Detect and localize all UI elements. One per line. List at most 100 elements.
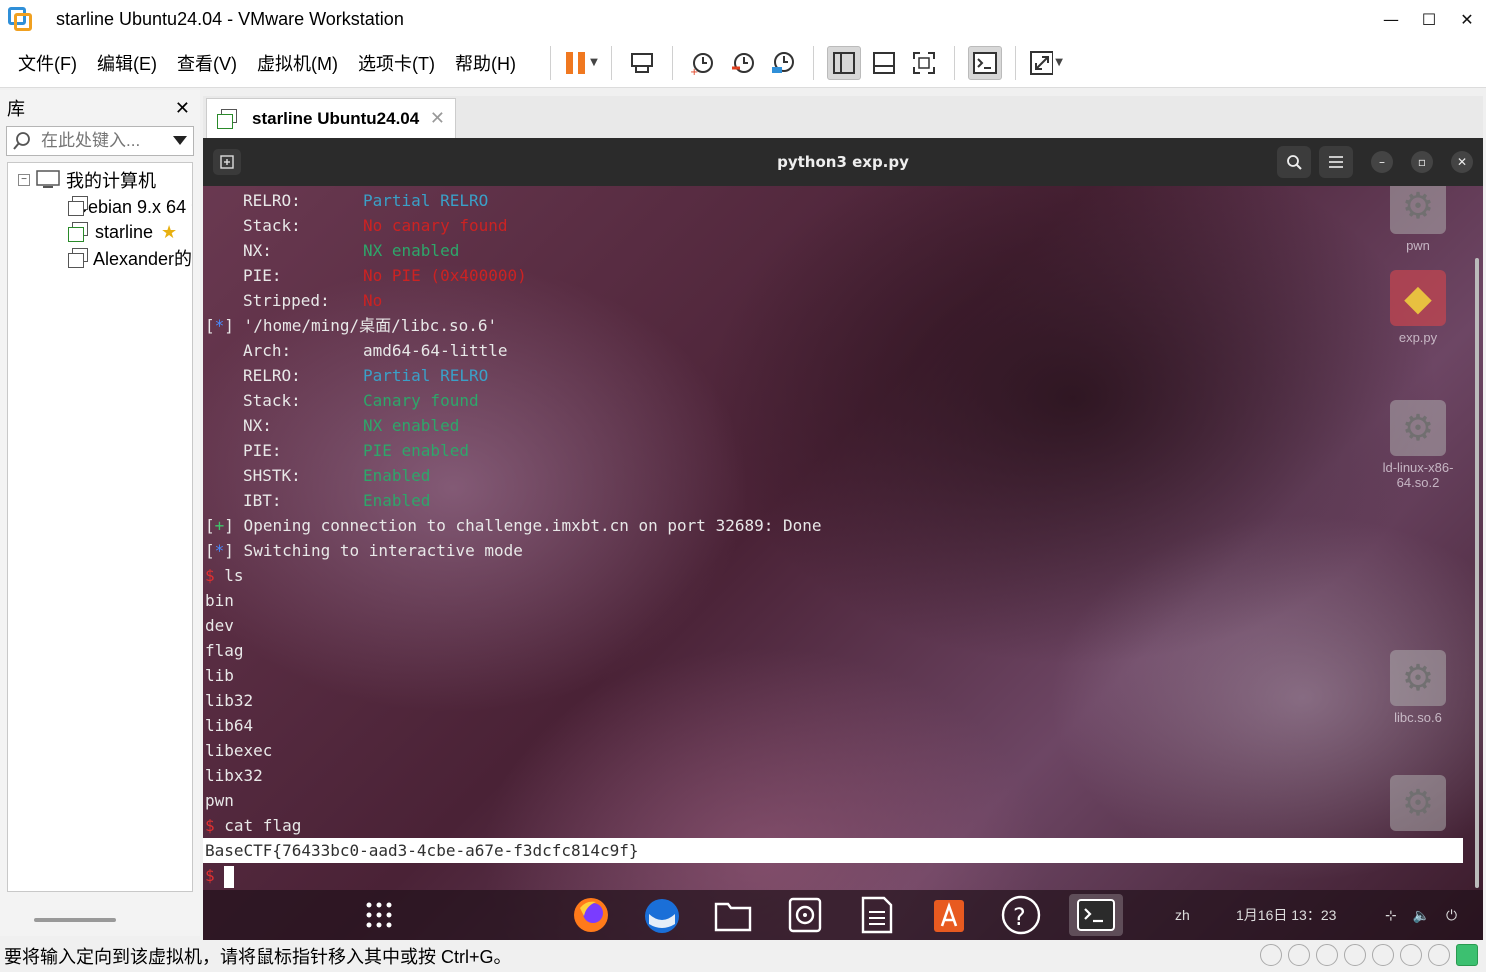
display-icon[interactable] [1428,944,1450,966]
printer-icon[interactable] [1400,944,1422,966]
close-button[interactable]: ✕ [1448,0,1486,38]
terminal-command-line: $ cat flag [205,816,302,835]
thunderbird-icon [645,899,679,933]
menu-file[interactable]: 文件(F) [8,50,87,76]
library-search[interactable] [6,126,194,156]
help-launcher[interactable]: ? [999,894,1043,936]
input-method-indicator[interactable]: zh [1175,890,1190,940]
fullscreen-icon [912,51,935,74]
message-log-icon[interactable] [1456,944,1478,966]
terminal-launcher[interactable] [1069,894,1123,936]
vm-running-icon [217,108,237,129]
terminal-line: PIE: No PIE (0x400000) [243,266,527,285]
chevron-down-icon[interactable]: ▼ [1055,57,1063,68]
rhythmbox-launcher[interactable] [783,894,827,936]
app-center-launcher[interactable] [927,894,971,936]
svg-text:?: ? [1013,903,1026,931]
stretch-icon [1029,50,1054,75]
device-status-icons [1254,944,1478,966]
new-tab-icon [220,155,234,169]
tab-close-icon[interactable]: ✕ [430,108,445,129]
terminal-scrollbar[interactable] [1475,258,1479,888]
firefox-launcher[interactable] [569,894,613,936]
terminal-line: lib [205,666,234,685]
toolbar-separator [953,45,955,80]
title-bar: starline Ubuntu24.04 - VMware Workstatio… [0,0,1486,38]
collapse-icon[interactable]: − [18,174,30,186]
console-view-button[interactable] [967,45,1002,80]
sound-icon[interactable] [1372,944,1394,966]
network-icon: ⊹ [1385,907,1397,923]
writer-launcher[interactable] [855,894,899,936]
menu-bar: 文件(F) 编辑(E) 查看(V) 虚拟机(M) 选项卡(T) 帮助(H) ▼ … [0,38,1486,88]
library-search-input[interactable] [41,131,173,151]
library-header: 库 ✕ [0,90,200,126]
toolbar: ▼ + ▼ [540,45,1066,80]
menu-help[interactable]: 帮助(H) [445,50,526,76]
terminal-input-line[interactable]: $ [203,863,1473,888]
minimize-button[interactable]: — [1372,0,1410,38]
tree-item-debian[interactable]: Debian 9.x 64 位 [8,193,192,219]
new-tab-button[interactable] [213,149,241,175]
toolbar-separator [812,45,814,80]
flag-output-line: BaseCTF{76433bc0-aad3-4cbe-a67e-f3dcfc81… [203,838,1463,863]
library-close-icon[interactable]: ✕ [175,98,190,119]
chevron-down-icon[interactable]: ▼ [590,57,598,68]
snapshot-button[interactable]: + [686,46,720,80]
files-launcher[interactable] [711,894,755,936]
library-panel: 库 ✕ − 我的计算机 Debian 9.x 64 位 starline ★ [0,90,200,936]
terminal-command-line: $ ls [205,566,244,585]
clock[interactable]: 1月16日 13：23 [1236,890,1336,940]
tree-root-my-computer[interactable]: − 我的计算机 [8,167,192,193]
snapshot-manager-button[interactable] [766,46,800,80]
volume-icon: 🔈 [1412,907,1431,923]
chevron-down-icon[interactable] [173,136,187,146]
power-icon: ⏻ [1445,907,1458,923]
network-adapter-icon[interactable] [1316,944,1338,966]
horizontal-scrollbar[interactable] [34,918,116,922]
revert-snapshot-button[interactable] [726,46,760,80]
menu-tabs[interactable]: 选项卡(T) [348,50,445,76]
terminal-line: [*] Switching to interactive mode [205,541,523,560]
menu-vm[interactable]: 虚拟机(M) [247,50,348,76]
revert-clock-icon [731,52,754,73]
vm-tab-strip: starline Ubuntu24.04 ✕ [203,96,1483,138]
vm-tab-starline[interactable]: starline Ubuntu24.04 ✕ [206,98,456,138]
send-ctrl-alt-del-button[interactable] [625,46,659,80]
system-tray[interactable]: ⊹ 🔈 ⏻ [1385,890,1457,940]
full-screen-button[interactable] [907,46,941,80]
vmware-logo-icon [8,7,32,31]
terminal-search-button[interactable] [1277,146,1311,178]
library-title: 库 [7,99,25,120]
hard-disk-icon[interactable] [1260,944,1282,966]
usb-icon[interactable] [1344,944,1366,966]
thunderbird-launcher[interactable] [640,894,684,936]
thumbnail-bar-button[interactable] [867,46,901,80]
tree-item-label: Debian 9.x 64 位 [75,197,192,217]
tree-root-label: 我的计算机 [66,171,156,191]
favorite-star-icon: ★ [161,221,178,242]
stretch-guest-button[interactable]: ▼ [1029,46,1063,80]
show-library-button[interactable] [826,45,861,80]
show-apps-button[interactable] [357,894,401,936]
terminal-line: RELRO: Partial RELRO [243,191,489,210]
cd-dvd-icon[interactable] [1288,944,1310,966]
terminal-output[interactable]: RELRO: Partial RELRO Stack: No canary foun… [203,188,1473,888]
search-icon [13,132,30,150]
pause-button[interactable]: ▼ [564,46,598,80]
terminal-menu-button[interactable] [1319,146,1353,178]
vm-running-icon [68,222,88,242]
terminal-restore-button[interactable]: ▫ [1411,151,1433,173]
tree-item-alexander[interactable]: Alexander的 [8,245,192,271]
window-controls: — ☐ ✕ [1372,0,1486,38]
tree-item-starline[interactable]: starline ★ [8,219,192,245]
terminal-minimize-button[interactable]: – [1371,151,1393,173]
maximize-button[interactable]: ☐ [1410,0,1448,38]
menu-edit[interactable]: 编辑(E) [87,50,167,76]
menu-view[interactable]: 查看(V) [167,50,247,76]
vm-display[interactable]: ⚙ pwn ◆ exp.py ⚙ ld-linux-x86-64.so.2 ⚙ … [203,138,1483,940]
terminal-close-button[interactable]: ✕ [1451,151,1473,173]
window-title: starline Ubuntu24.04 - VMware Workstatio… [56,8,404,29]
terminal-line: NX: NX enabled [243,416,460,435]
vm-tab-label: starline Ubuntu24.04 [252,108,420,128]
